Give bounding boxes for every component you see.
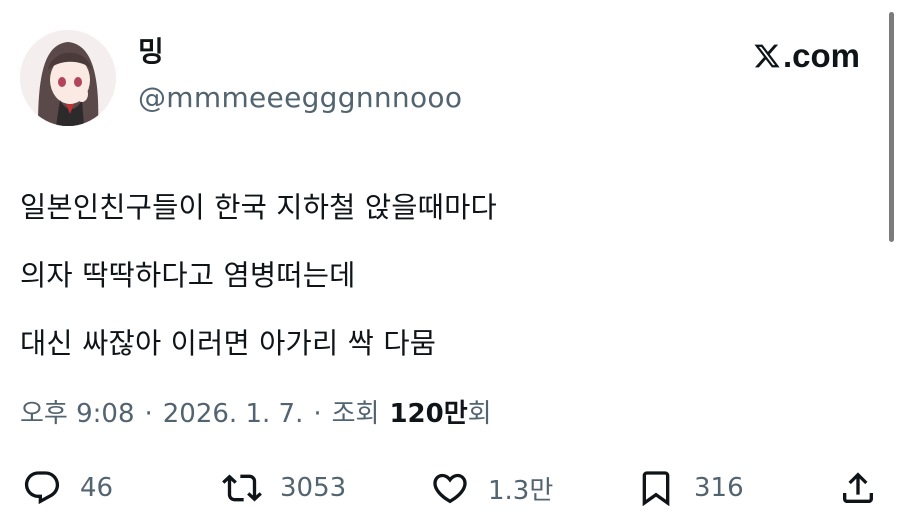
reply-icon — [24, 471, 60, 505]
repost-button[interactable]: 3053 — [222, 462, 346, 514]
tweet-line: 일본인친구들이 한국 지하철 앉을때마다 — [20, 191, 497, 224]
x-logo-icon — [754, 44, 780, 68]
share-button[interactable] — [838, 462, 878, 514]
repost-count: 3053 — [280, 473, 347, 503]
author-avatar[interactable] — [20, 30, 116, 126]
views-label: 조회 — [331, 399, 380, 429]
x-brand: .com — [752, 38, 860, 74]
repost-icon — [222, 474, 262, 502]
like-button[interactable]: 1.3만 — [430, 462, 553, 514]
action-bar: 46 3053 1.3만 316 — [0, 462, 900, 514]
bookmark-icon — [642, 471, 670, 507]
tweet-text: 일본인친구들이 한국 지하철 앉을때마다 의자 딱딱하다고 염병떠는데 대신 싸… — [20, 174, 497, 378]
like-count: 1.3만 — [488, 475, 554, 506]
scrollbar[interactable] — [889, 12, 894, 242]
heart-icon — [433, 473, 467, 504]
views-unit: 회 — [467, 399, 492, 429]
author-handle[interactable]: @mmmeeegggnnnooo — [138, 80, 462, 116]
bookmark-button[interactable]: 316 — [636, 462, 744, 514]
tweet-time[interactable]: 오후 9:08 — [20, 394, 135, 434]
tweet-meta: 오후 9:08 · 2026. 1. 7. · 조회 120만 회 — [20, 394, 492, 434]
tweet-line: 대신 싸잖아 이러면 아가리 싹 다뭄 — [20, 327, 437, 360]
author-display-name[interactable]: 밍 — [138, 34, 164, 70]
reply-button[interactable]: 46 — [22, 462, 113, 514]
views-count: 120만 — [389, 399, 468, 429]
tweet-line: 의자 딱딱하다고 염병떠는데 — [20, 259, 356, 292]
meta-separator: · — [313, 399, 322, 429]
anime-girl-avatar-icon — [20, 30, 116, 126]
meta-separator: · — [144, 399, 153, 429]
tweet-date[interactable]: 2026. 1. 7. — [163, 394, 304, 434]
bookmark-count: 316 — [694, 473, 744, 503]
reply-count: 46 — [80, 473, 114, 503]
brand-domain: .com — [782, 37, 860, 74]
share-icon — [843, 472, 873, 503]
